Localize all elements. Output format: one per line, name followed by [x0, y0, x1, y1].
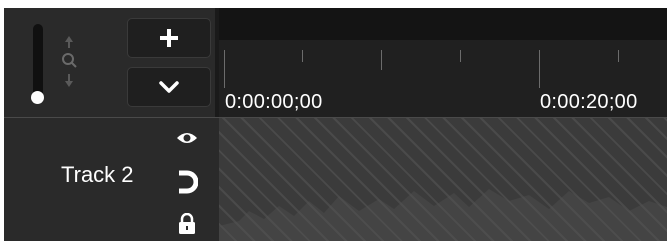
- chevron-down-icon: [159, 81, 179, 93]
- ruler-tick: [460, 50, 461, 62]
- zoom-slider-thumb[interactable]: [31, 91, 44, 104]
- track-header[interactable]: Track 2: [4, 118, 219, 241]
- track-name[interactable]: Track 2: [61, 162, 134, 188]
- ruler-tick: [381, 50, 382, 70]
- zoom-arrows-icon: [62, 36, 77, 87]
- eye-icon[interactable]: [176, 130, 198, 146]
- ruler-tick: [618, 50, 619, 62]
- collapse-tracks-button[interactable]: [127, 67, 211, 107]
- ruler-time-label: 0:00:20;00: [540, 91, 638, 113]
- add-track-button[interactable]: [127, 18, 211, 58]
- ruler-tick: [224, 50, 225, 88]
- plus-icon: [160, 29, 178, 47]
- track-lane[interactable]: [219, 118, 667, 241]
- lock-icon[interactable]: [178, 213, 196, 235]
- ruler-tick: [539, 50, 540, 88]
- ruler-top-strip: [219, 8, 667, 40]
- ruler-time-label: 0:00:00;00: [225, 91, 323, 113]
- time-ruler[interactable]: 0:00:00;00 0:00:20;00: [219, 8, 667, 117]
- magnet-icon[interactable]: [176, 170, 198, 194]
- timeline-editor: 0:00:00;00 0:00:20;00 Track 2: [4, 8, 667, 241]
- zoom-slider[interactable]: [33, 24, 43, 98]
- ruler-tick: [302, 50, 303, 62]
- clip-waveform: [219, 189, 667, 241]
- timeline-header-controls: [4, 8, 219, 117]
